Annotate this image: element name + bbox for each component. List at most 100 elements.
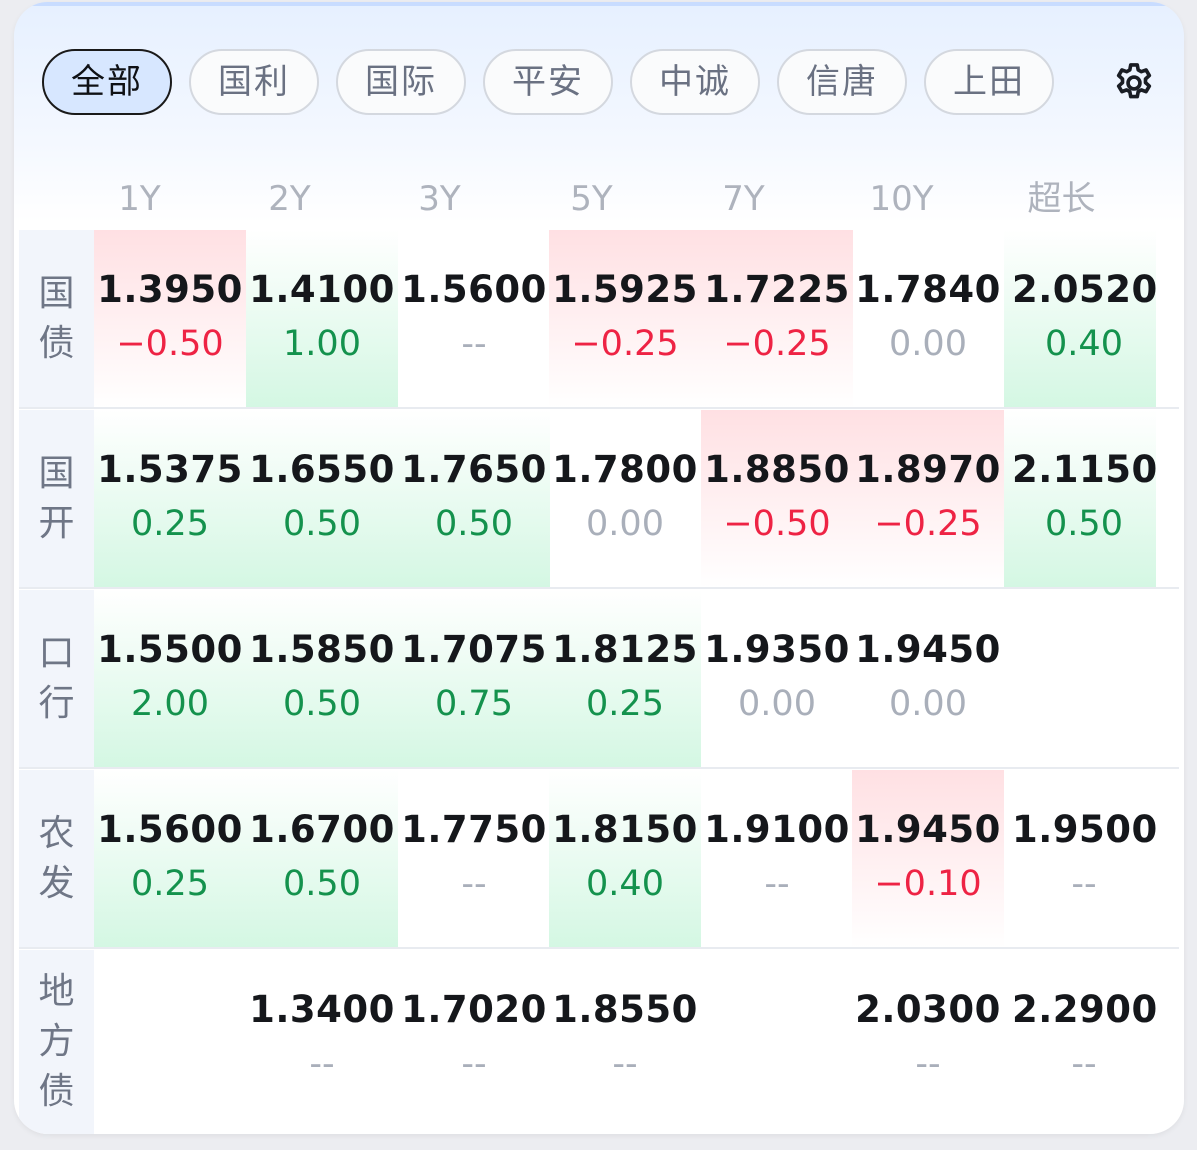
yield-cell[interactable]: 1.8150 0.40 [549, 770, 701, 948]
yield-cell[interactable] [94, 950, 246, 1134]
row-label-text: 国开 [38, 453, 75, 544]
tab-guoli[interactable]: 国利 [189, 49, 319, 115]
yield-cell[interactable]: 1.8125 0.25 [549, 590, 701, 768]
yield-cell[interactable]: 1.7800 0.00 [549, 410, 701, 588]
yield-cell[interactable]: 1.7750 -- [398, 770, 550, 948]
yield-cell[interactable]: 2.2900 -- [1004, 950, 1158, 1134]
yield-cell[interactable]: 1.8550 -- [549, 950, 701, 1134]
row-label: 国债 [19, 230, 94, 408]
row-label: 口行 [19, 590, 94, 768]
yield-cell[interactable]: 2.0300 -- [852, 950, 1004, 1134]
yield-value: 1.7840 [855, 268, 1001, 311]
yield-cell[interactable]: 1.8850 −0.50 [701, 410, 853, 588]
yield-value: 1.7750 [401, 808, 547, 851]
yield-change: 0.25 [131, 864, 209, 904]
yield-value: 2.1150 [1012, 448, 1158, 491]
yield-cell[interactable]: 1.9100 -- [701, 770, 853, 948]
yield-change: 0.00 [586, 504, 664, 544]
tab-pingan[interactable]: 平安 [483, 49, 613, 115]
yield-cell[interactable]: 1.5925 −0.25 [549, 230, 701, 408]
yield-cell[interactable]: 1.3400 -- [246, 950, 398, 1134]
yield-change: 0.50 [435, 504, 513, 544]
yield-value: 1.9450 [855, 628, 1001, 671]
yield-cell[interactable] [701, 950, 853, 1134]
yield-value: 1.8970 [855, 448, 1001, 491]
yield-value: 1.9350 [704, 628, 850, 671]
yield-cell[interactable]: 1.9500 -- [1004, 770, 1157, 948]
row-divider [19, 587, 1179, 589]
yield-cell[interactable] [1004, 590, 1156, 768]
yield-cell[interactable]: 1.5600 0.25 [94, 770, 246, 948]
yield-cell[interactable]: 1.9350 0.00 [701, 590, 853, 768]
yield-change: -- [764, 864, 790, 904]
yield-change: -- [461, 864, 487, 904]
gear-icon[interactable] [1111, 60, 1157, 106]
tab-xintang[interactable]: 信唐 [777, 49, 907, 115]
yield-cell[interactable]: 1.6550 0.50 [246, 410, 398, 588]
yield-cell[interactable]: 1.9450 0.00 [852, 590, 1004, 768]
yield-cell[interactable]: 1.5600 -- [398, 230, 550, 408]
yield-cell[interactable]: 1.9450 −0.10 [852, 770, 1004, 948]
yield-value: 1.7650 [401, 448, 547, 491]
yield-change: 0.50 [283, 504, 361, 544]
yield-cell[interactable]: 1.4100 1.00 [246, 230, 398, 408]
column-header-10y: 10Y [869, 179, 934, 219]
yield-change: 2.00 [131, 684, 209, 724]
tab-all[interactable]: 全部 [42, 49, 172, 115]
yield-cell[interactable]: 1.7840 0.00 [852, 230, 1004, 408]
tab-guoji[interactable]: 国际 [336, 49, 466, 115]
yield-change: -- [461, 1044, 487, 1084]
yield-cell[interactable]: 2.0520 0.40 [1004, 230, 1158, 408]
yield-cell[interactable]: 1.7650 0.50 [398, 410, 550, 588]
yield-change: 0.40 [586, 864, 664, 904]
yield-value: 1.5500 [97, 628, 243, 671]
column-header-5y: 5Y [570, 179, 613, 219]
yield-value: 1.5600 [401, 268, 547, 311]
yield-value: 1.7020 [401, 988, 547, 1031]
yield-change: −0.25 [874, 504, 982, 544]
yield-change: 0.00 [738, 684, 816, 724]
yield-value: 1.3400 [249, 988, 395, 1031]
yield-cell[interactable]: 1.8970 −0.25 [852, 410, 1004, 588]
yield-card: 全部 国利 国际 平安 中诚 信唐 上田 1Y 2Y 3Y 5Y 7Y 10Y 超长 国债 1.… [14, 2, 1184, 1134]
yield-value: 2.2900 [1012, 988, 1158, 1031]
yield-value: 1.6550 [249, 448, 395, 491]
column-header-7y: 7Y [722, 179, 765, 219]
yield-value: 1.4100 [249, 268, 395, 311]
yield-cell[interactable]: 1.7075 0.75 [398, 590, 550, 768]
yield-change: −0.50 [116, 324, 224, 364]
row-label-text: 口行 [38, 633, 75, 724]
column-header-2y: 2Y [268, 179, 311, 219]
tab-shangtian[interactable]: 上田 [924, 49, 1054, 115]
yield-cell[interactable]: 1.7020 -- [398, 950, 550, 1134]
column-header-1y: 1Y [118, 179, 161, 219]
yield-change: -- [612, 1044, 638, 1084]
yield-cell[interactable]: 2.1150 0.50 [1004, 410, 1158, 588]
yield-value: 1.8850 [704, 448, 850, 491]
yield-change: −0.10 [874, 864, 982, 904]
yield-value: 1.5850 [249, 628, 395, 671]
yield-cell[interactable]: 1.6700 0.50 [246, 770, 398, 948]
row-divider [19, 767, 1179, 769]
yield-change: 0.50 [1045, 504, 1123, 544]
yield-value: 2.0520 [1012, 268, 1158, 311]
yield-cell[interactable]: 1.3950 −0.50 [94, 230, 246, 408]
yield-value: 2.0300 [855, 988, 1001, 1031]
yield-cell[interactable]: 1.5850 0.50 [246, 590, 398, 768]
yield-cell[interactable]: 1.5375 0.25 [94, 410, 246, 588]
yield-value: 1.8150 [552, 808, 698, 851]
yield-value: 1.7800 [552, 448, 698, 491]
yield-value: 1.8550 [552, 988, 698, 1031]
yield-value: 1.9100 [704, 808, 850, 851]
yield-change: −0.25 [723, 324, 831, 364]
row-label-text: 地方债 [38, 971, 75, 1112]
yield-change: 1.00 [283, 324, 361, 364]
yield-cell[interactable]: 1.7225 −0.25 [701, 230, 853, 408]
tab-zhongcheng[interactable]: 中诚 [630, 49, 760, 115]
yield-value: 1.8125 [552, 628, 698, 671]
yield-change: -- [915, 1044, 941, 1084]
yield-change: 0.25 [586, 684, 664, 724]
yield-cell[interactable]: 1.5500 2.00 [94, 590, 246, 768]
yield-change: 0.50 [283, 684, 361, 724]
yield-value: 1.7225 [704, 268, 850, 311]
